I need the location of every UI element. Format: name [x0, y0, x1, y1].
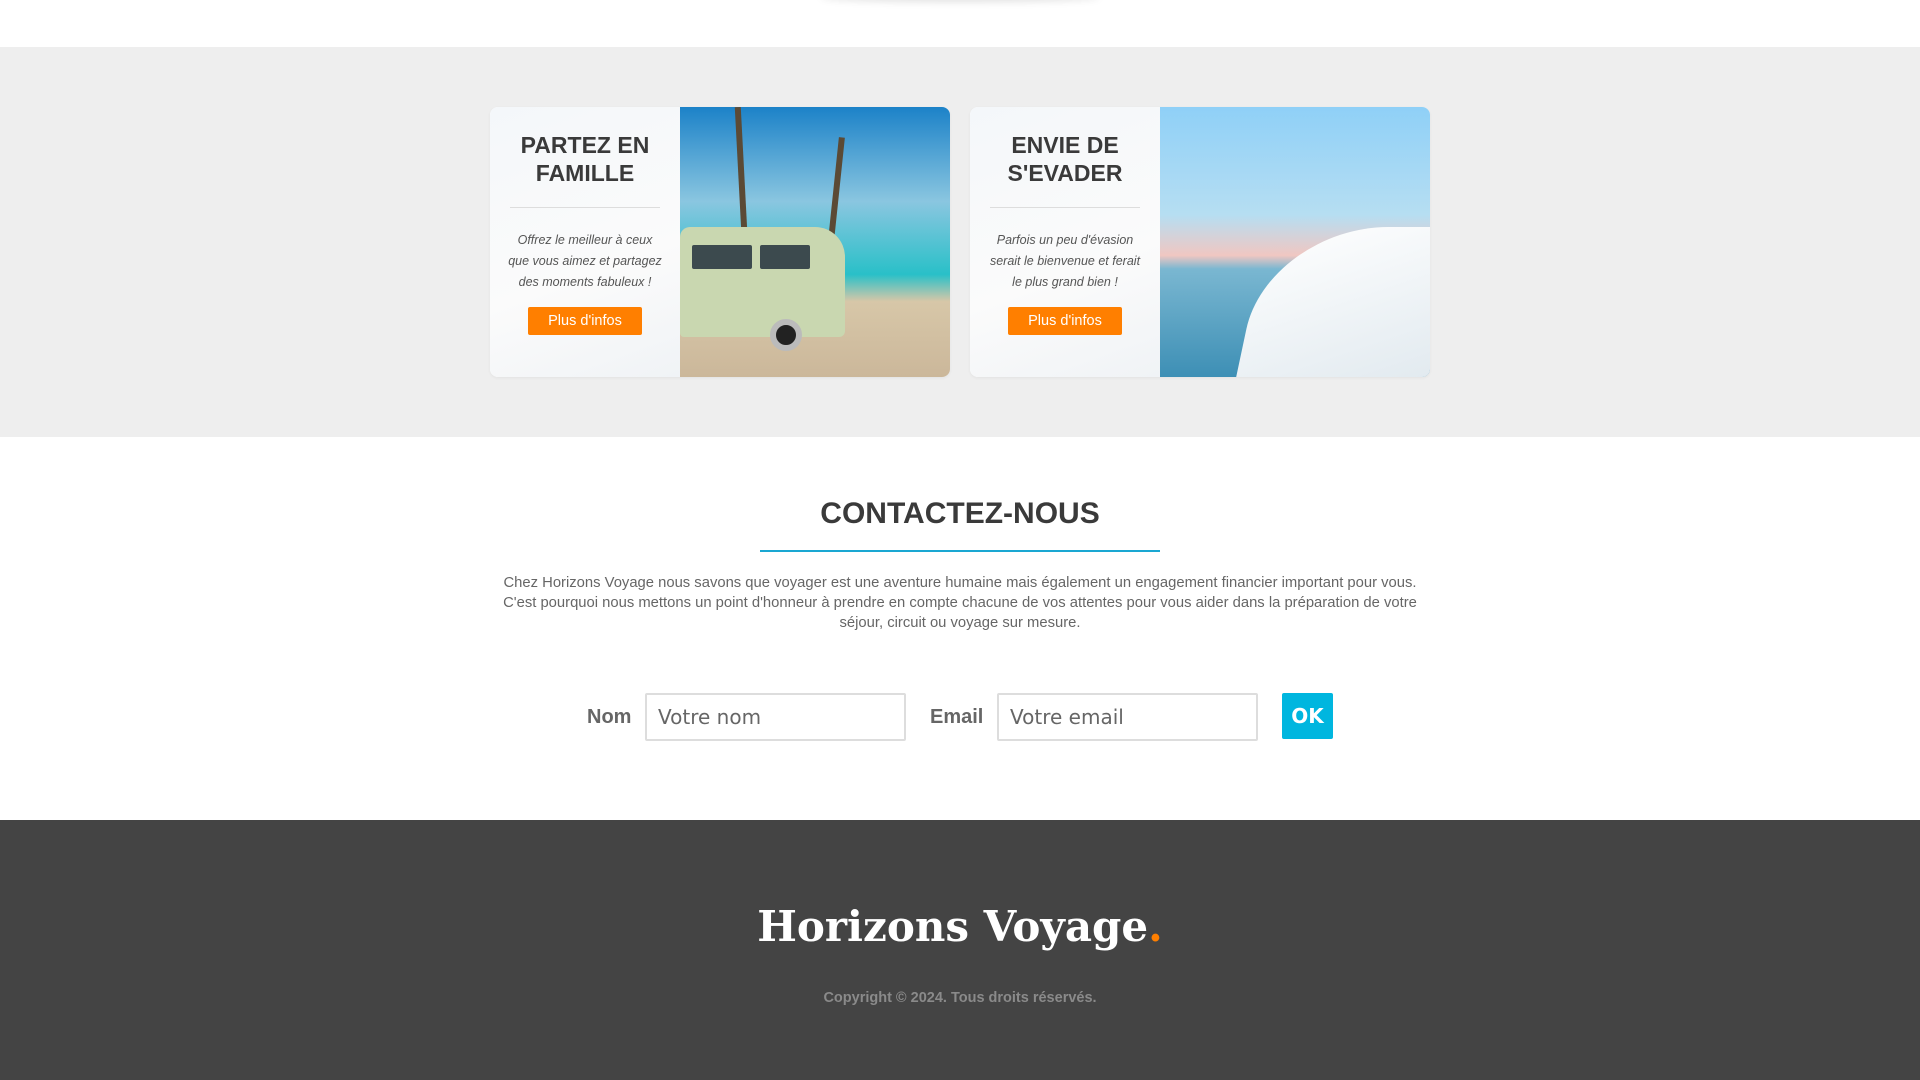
- more-info-button[interactable]: Plus d'infos: [528, 307, 642, 335]
- promo-card-escape: ENVIE DE S'EVADER Parfois un peu d'évasi…: [970, 107, 1430, 377]
- title-underline: [760, 550, 1160, 552]
- promo-divider: [510, 207, 660, 208]
- more-info-button[interactable]: Plus d'infos: [1008, 307, 1122, 335]
- footer: Horizons Voyage. Copyright © 2024. Tous …: [0, 820, 1920, 1080]
- promo-image-van-beach: [680, 107, 950, 377]
- name-label: Nom: [587, 706, 632, 728]
- contact-title: CONTACTEZ-NOUS: [820, 497, 1100, 530]
- top-header-area: [0, 0, 1920, 47]
- brand-dot: .: [1148, 902, 1163, 951]
- contact-description: Chez Horizons Voyage nous savons que voy…: [503, 575, 1417, 631]
- name-input[interactable]: [645, 693, 906, 741]
- contact-form: Nom Email OK: [0, 693, 1920, 741]
- promo-section: PARTEZ EN FAMILLE Offrez le meilleur à c…: [0, 47, 1920, 437]
- footer-logo: Horizons Voyage.: [0, 902, 1920, 951]
- brand-name: Horizons Voyage: [757, 902, 1149, 951]
- email-input[interactable]: [997, 693, 1258, 741]
- promo-panel: PARTEZ EN FAMILLE Offrez le meilleur à c…: [490, 107, 680, 377]
- copyright: Copyright © 2024. Tous droits réservés.: [823, 990, 1097, 1006]
- promo-text: Offrez le meilleur à ceux que vous aimez…: [508, 233, 662, 289]
- promo-panel: ENVIE DE S'EVADER Parfois un peu d'évasi…: [970, 107, 1160, 377]
- promo-title: ENVIE DE S'EVADER: [1007, 132, 1123, 186]
- promo-image-sea-cliff: [1160, 107, 1430, 377]
- promo-text: Parfois un peu d'évasion serait le bienv…: [989, 233, 1141, 289]
- promo-card-family: PARTEZ EN FAMILLE Offrez le meilleur à c…: [490, 107, 950, 377]
- promo-title: PARTEZ EN FAMILLE: [520, 132, 650, 186]
- email-label: Email: [930, 706, 984, 728]
- contact-section: CONTACTEZ-NOUS Chez Horizons Voyage nous…: [0, 437, 1920, 820]
- submit-button[interactable]: OK: [1282, 693, 1333, 739]
- promo-divider: [990, 207, 1140, 208]
